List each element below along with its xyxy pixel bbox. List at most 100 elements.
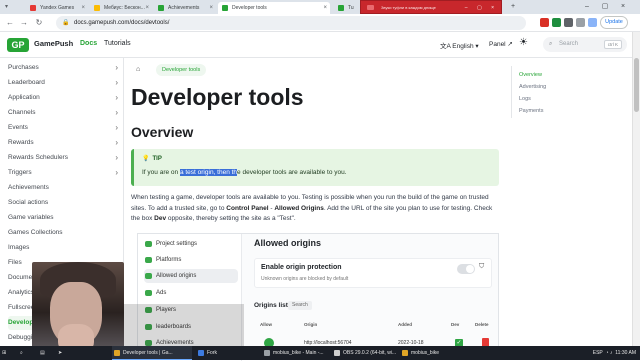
chevron-right-icon[interactable]: ›	[115, 76, 118, 90]
para-bold: Allowed Origins	[274, 204, 324, 212]
browser-tab-bar: ▾ Yandex Games × Мебиус: Бескон... × Ach…	[0, 0, 640, 14]
taskbar-item-fork[interactable]: Fork	[196, 346, 236, 360]
sidebar-item-social-actions[interactable]: Social actions	[8, 196, 120, 210]
popup-controls[interactable]: – ▢ ×	[465, 1, 498, 13]
browser-tab[interactable]: Tu	[334, 2, 360, 14]
extension-icon[interactable]	[540, 18, 549, 27]
taskbar-item-unity[interactable]: mobius_bike - Main -...	[262, 346, 330, 360]
sidebar-item-game-variables[interactable]: Game variables	[8, 211, 120, 225]
sidebar-item-label: Games Collections	[8, 229, 63, 236]
clock[interactable]: 11:30 AM	[615, 350, 636, 356]
extension-icon[interactable]	[552, 18, 561, 27]
explorer-icon[interactable]: ▤	[40, 346, 52, 360]
home-icon[interactable]: ⌂	[136, 66, 140, 73]
popup-icon	[367, 5, 374, 10]
tab-close-icon[interactable]: ×	[81, 2, 85, 14]
chevron-right-icon[interactable]: ›	[115, 166, 118, 180]
toc-item-logs[interactable]: Logs	[519, 96, 531, 102]
toc-item-advertising[interactable]: Advertising	[519, 84, 546, 90]
tip-text: If you are on a test origin, then the de…	[142, 169, 347, 176]
keyboard-language[interactable]: ESP	[593, 350, 603, 356]
col-added: Added	[398, 322, 412, 327]
lock-icon: 🔒	[62, 20, 70, 26]
sidebar-item-rewards-schedulers[interactable]: Rewards Schedulers ›	[8, 151, 120, 165]
panel-item-label: Project settings	[156, 241, 198, 247]
profile-icon[interactable]	[588, 18, 597, 27]
panel-item-platforms: Platforms	[144, 253, 238, 267]
chevron-right-icon[interactable]: ›	[115, 106, 118, 120]
shield-icon	[145, 273, 152, 279]
sidebar-item-images[interactable]: Images	[8, 241, 120, 255]
taskbar-item-folder[interactable]: mobius_bike	[400, 346, 446, 360]
tab-close-icon[interactable]: ×	[323, 2, 327, 14]
site-search-input[interactable]: ⌕ Search ctrl K	[543, 37, 627, 52]
start-icon[interactable]: ⊞	[2, 346, 16, 360]
sidebar-item-label: Game variables	[8, 214, 54, 221]
maximize-icon[interactable]: ▢	[598, 0, 612, 14]
tab-close-icon[interactable]: ×	[145, 2, 149, 14]
update-button[interactable]: Update	[600, 16, 628, 29]
close-window-icon[interactable]: ×	[616, 0, 630, 14]
toc-item-payments[interactable]: Payments	[519, 108, 543, 114]
page-scrollbar[interactable]	[632, 32, 640, 346]
sidebar-item-leaderboard[interactable]: Leaderboard ›	[8, 76, 120, 90]
sidebar-item-channels[interactable]: Channels ›	[8, 106, 120, 120]
sidebar-item-rewards[interactable]: Rewards ›	[8, 136, 120, 150]
chevron-right-icon[interactable]: ›	[115, 61, 118, 75]
sidebar-item-label: Rewards	[8, 139, 34, 146]
browser-tab[interactable]: Yandex Games ×	[26, 2, 88, 14]
browser-tab-active[interactable]: Developer tools ×	[218, 2, 330, 14]
taskbar-item-chrome[interactable]: Developer tools | Ga...	[112, 346, 192, 360]
translate-icon: 文A	[440, 43, 453, 50]
browser-tab[interactable]: Мебиус: Бескон... ×	[90, 2, 152, 14]
chevron-right-icon[interactable]: ›	[115, 151, 118, 165]
toc-item-overview[interactable]: Overview	[519, 72, 542, 78]
chevron-right-icon[interactable]: ›	[115, 91, 118, 105]
panel-link[interactable]: Panel ↗	[489, 40, 513, 48]
notification-popup[interactable]: Звуки туфли в каждом днище – ▢ ×	[360, 0, 502, 14]
nav-tutorials-link[interactable]: Tutorials	[104, 40, 131, 47]
sidebar-item-application[interactable]: Application ›	[8, 91, 120, 105]
sidebar-item-events[interactable]: Events ›	[8, 121, 120, 135]
theme-toggle-icon[interactable]: ☀	[519, 37, 528, 48]
minimize-icon[interactable]: –	[580, 0, 594, 14]
ads-icon	[145, 290, 152, 296]
system-tray[interactable]: ESP ◔ ♪ 11:30 AM	[593, 346, 636, 360]
puzzle-icon[interactable]	[576, 18, 585, 27]
panel-item-label: Ads	[156, 290, 167, 296]
url-bar[interactable]: 🔒 docs.gamepush.com/docs/devtools/	[56, 16, 526, 30]
gamepush-logo-icon[interactable]: GP	[7, 38, 29, 52]
sidebar-item-achievements[interactable]: Achievements	[8, 181, 120, 195]
tab-title: Developer tools	[232, 5, 267, 11]
sidebar-item-games-collections[interactable]: Games Collections	[8, 226, 120, 240]
telegram-icon[interactable]: ➤	[58, 346, 70, 360]
sidebar-item-triggers[interactable]: Triggers ›	[8, 166, 120, 180]
col-dev: Dev	[451, 322, 460, 327]
tab-close-icon[interactable]: ×	[209, 2, 213, 14]
sidebar-item-label: Analytics	[8, 289, 35, 296]
url-text: docs.gamepush.com/docs/devtools/	[74, 20, 170, 26]
sidebar-item-purchases[interactable]: Purchases ›	[8, 61, 120, 75]
brand-name[interactable]: GamePush	[34, 39, 73, 48]
browser-tab[interactable]: Achievements ×	[154, 2, 216, 14]
volume-icon[interactable]: ♪	[610, 350, 613, 356]
chevron-right-icon[interactable]: ›	[115, 136, 118, 150]
scrollbar-thumb[interactable]	[634, 58, 639, 112]
tip-title: 💡 TIP	[142, 155, 162, 162]
tab-search-icon[interactable]: ▾	[5, 3, 13, 11]
wifi-icon[interactable]: ◔	[606, 350, 609, 356]
search-icon[interactable]: ⌕	[20, 346, 32, 360]
popup-text: Звуки туфли в каждом днище	[381, 5, 436, 10]
taskbar-label: OBS 29.0.2 (64-bit, wi...	[343, 350, 397, 356]
forward-icon[interactable]: →	[18, 17, 30, 29]
language-selector[interactable]: 文A English ▾	[440, 40, 479, 50]
tab-favicon-icon	[30, 5, 36, 11]
extension-icon[interactable]	[564, 18, 573, 27]
tab-title: Tu	[348, 5, 354, 11]
chevron-right-icon[interactable]: ›	[115, 121, 118, 135]
taskbar-item-obs[interactable]: OBS 29.0.2 (64-bit, wi...	[332, 346, 402, 360]
nav-docs-link[interactable]: Docs	[80, 40, 97, 47]
new-tab-icon[interactable]: +	[506, 0, 520, 14]
reload-icon[interactable]: ↻	[33, 17, 45, 29]
back-icon[interactable]: ←	[4, 17, 16, 29]
